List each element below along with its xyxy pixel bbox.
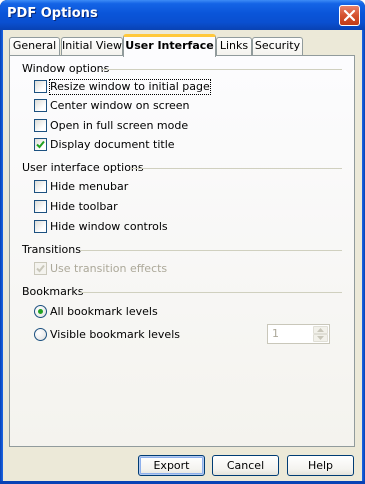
checkbox-box[interactable] (34, 180, 47, 193)
checkbox-box[interactable] (34, 200, 47, 213)
title-bar[interactable]: PDF Options (0, 0, 365, 30)
checkbox-label: Center window on screen (50, 99, 190, 112)
checkbox-label: Hide window controls (50, 220, 168, 233)
checkbox-label: Hide toolbar (50, 200, 118, 213)
radio-visible-bookmark-levels[interactable]: Visible bookmark levels (34, 328, 180, 342)
tab-links[interactable]: Links (216, 37, 252, 55)
radio-button[interactable] (34, 328, 47, 341)
tab-user-interface[interactable]: User Interface (123, 34, 216, 57)
checkbox-center-window[interactable]: Center window on screen (34, 99, 190, 113)
checkbox-box[interactable] (34, 99, 47, 112)
help-button[interactable]: Help (287, 455, 354, 476)
checkbox-label: Resize window to initial page (49, 79, 211, 95)
pdf-options-dialog: PDF Options General Initial View User In… (0, 0, 365, 484)
checkbox-full-screen[interactable]: Open in full screen mode (34, 119, 188, 133)
radio-label: Visible bookmark levels (50, 328, 180, 341)
window-title: PDF Options (7, 6, 98, 21)
checkbox-box[interactable] (34, 119, 47, 132)
tab-initial-view[interactable]: Initial View (61, 37, 123, 55)
radio-button[interactable] (34, 305, 47, 318)
radio-selected-dot (38, 309, 43, 314)
tab-panel-user-interface (9, 55, 355, 447)
checkbox-box[interactable] (34, 138, 47, 151)
cancel-button[interactable]: Cancel (212, 455, 279, 476)
checkbox-box[interactable] (34, 220, 47, 233)
radio-label: All bookmark levels (50, 305, 158, 318)
checkbox-box[interactable] (34, 80, 47, 93)
checkbox-display-title[interactable]: Display document title (34, 138, 175, 152)
export-button[interactable]: Export (138, 455, 205, 476)
close-button[interactable] (339, 5, 360, 26)
checkbox-hide-window-controls[interactable]: Hide window controls (34, 220, 168, 234)
tab-general[interactable]: General (9, 37, 60, 55)
radio-all-bookmark-levels[interactable]: All bookmark levels (34, 305, 158, 319)
checkmark-icon (36, 140, 45, 149)
checkbox-label: Display document title (50, 138, 175, 151)
checkbox-resize-window[interactable]: Resize window to initial page (34, 79, 211, 95)
checkbox-label: Open in full screen mode (50, 119, 189, 132)
checkbox-hide-menubar[interactable]: Hide menubar (34, 180, 128, 194)
checkbox-label: Hide menubar (50, 180, 129, 193)
checkbox-hide-toolbar[interactable]: Hide toolbar (34, 200, 118, 214)
tab-security[interactable]: Security (252, 37, 303, 55)
